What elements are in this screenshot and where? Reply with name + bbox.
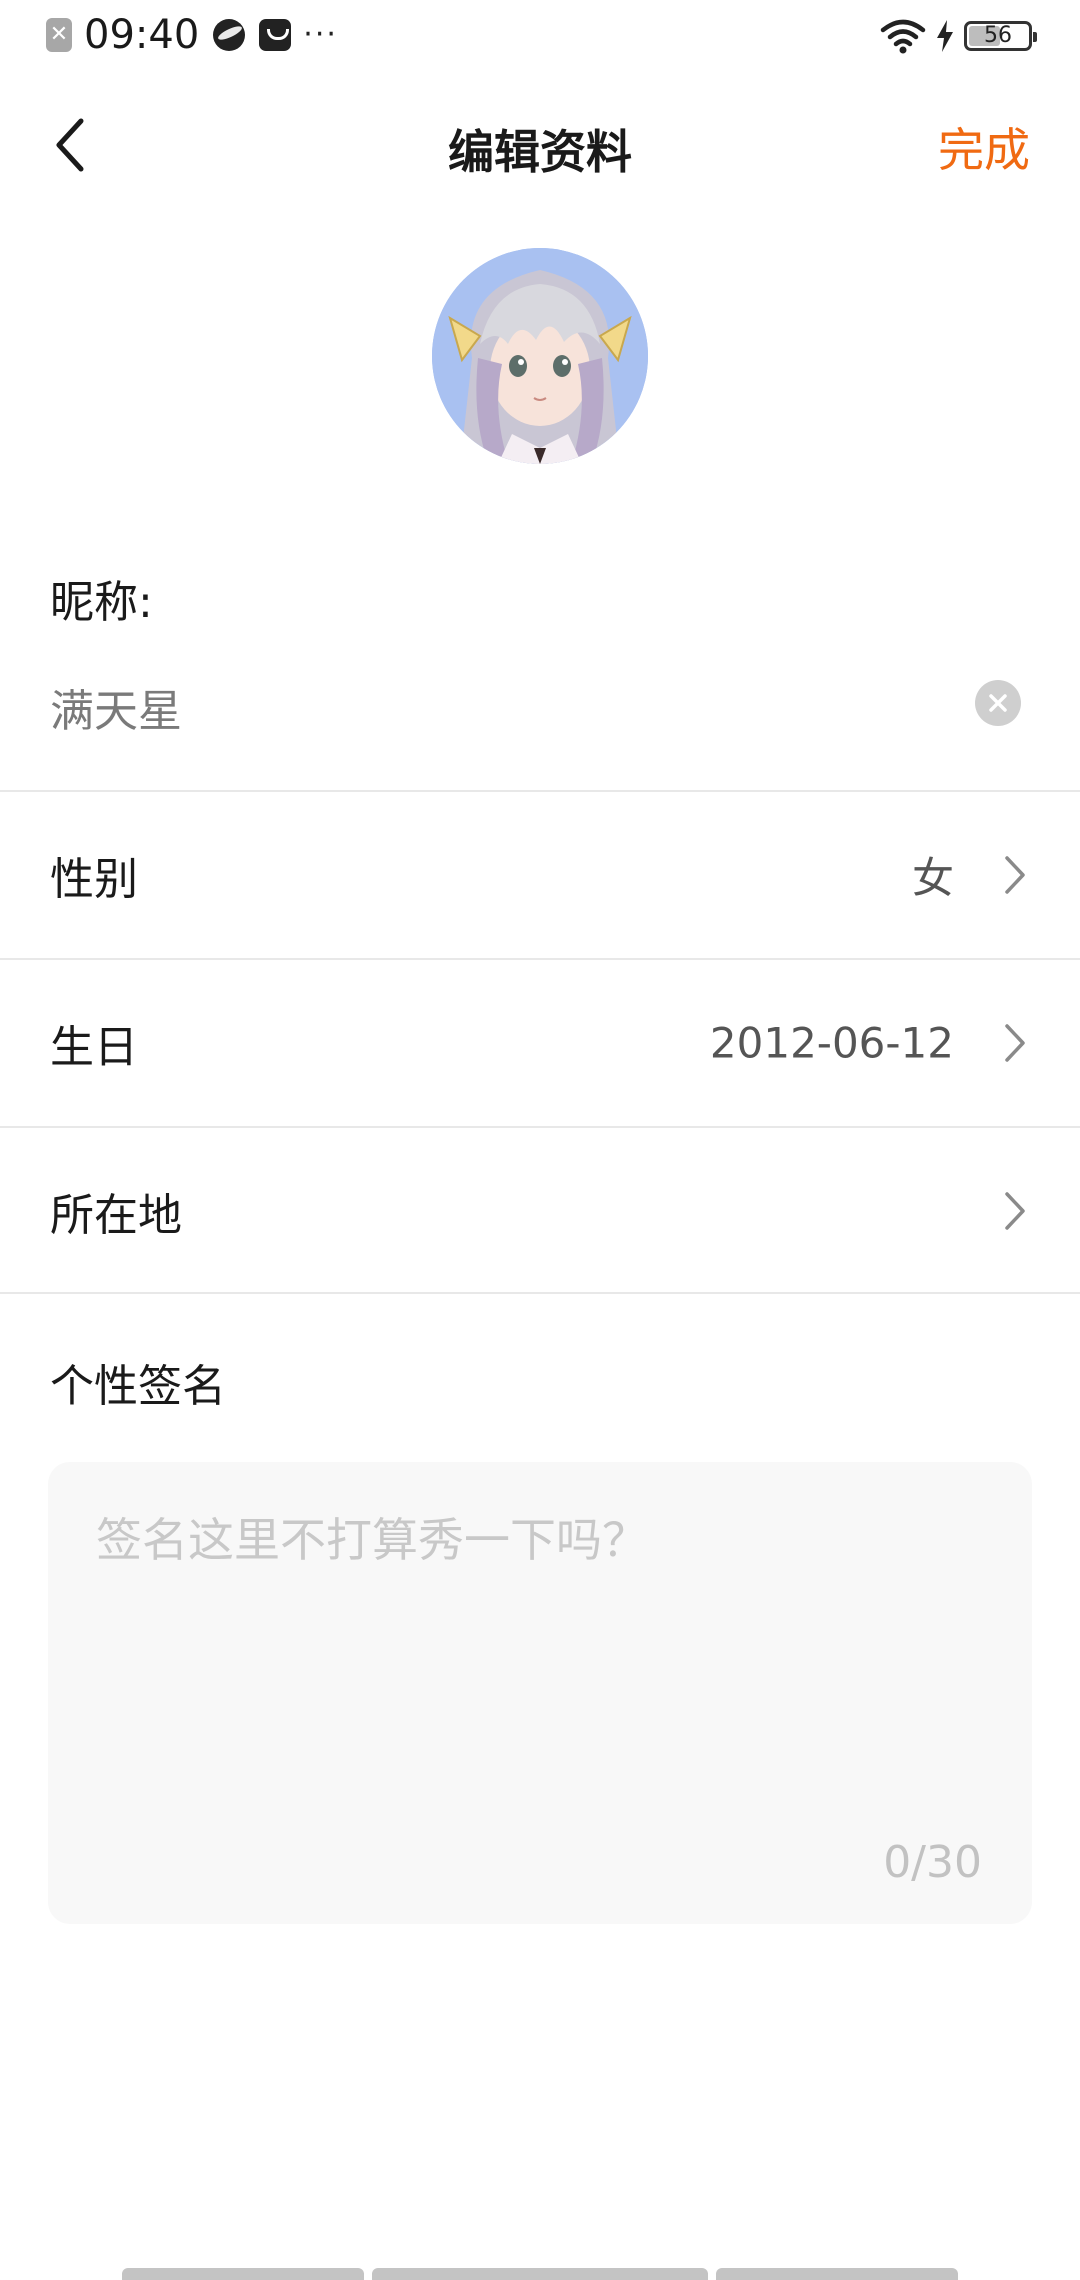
sim-icon: ✕: [46, 18, 72, 52]
birthday-row[interactable]: 生日 2012-06-12: [0, 960, 1080, 1126]
nav-bar: 编辑资料 完成: [0, 72, 1080, 218]
birthday-label: 生日: [50, 1022, 138, 1073]
gesture-bar-home[interactable]: [372, 2268, 708, 2280]
gender-row[interactable]: 性别 女: [0, 792, 1080, 958]
birthday-value: 2012-06-12: [709, 1018, 954, 1068]
chevron-right-icon: [1000, 853, 1030, 897]
charging-icon: [937, 20, 953, 52]
signature-char-counter: 0/30: [883, 1837, 982, 1888]
location-label: 所在地: [50, 1190, 182, 1241]
signature-label: 个性签名: [50, 1361, 226, 1412]
nickname-label: 昵称:: [50, 577, 153, 628]
close-icon: [989, 694, 1007, 712]
nickname-input[interactable]: [50, 672, 950, 742]
chevron-right-icon: [1000, 1189, 1030, 1233]
gender-value: 女: [911, 853, 954, 903]
chevron-right-icon: [1000, 1021, 1030, 1065]
gender-label: 性别: [50, 854, 138, 905]
location-row[interactable]: 所在地: [0, 1128, 1080, 1294]
avatar[interactable]: [432, 248, 648, 464]
app-notification-icon: [213, 19, 246, 51]
gesture-bar-right[interactable]: [716, 2268, 958, 2280]
message-icon: [259, 19, 292, 51]
status-time: 09:40: [84, 12, 200, 58]
signature-textarea[interactable]: [96, 1504, 976, 1804]
status-bar-right: 56: [880, 14, 1037, 58]
wifi-icon: [880, 19, 926, 54]
avatar-image: [432, 248, 648, 464]
more-notifications-icon: ···: [303, 17, 338, 52]
divider: [0, 1292, 1080, 1294]
clear-nickname-button[interactable]: [975, 680, 1021, 726]
done-button[interactable]: 完成: [938, 114, 1030, 180]
battery-icon: 56: [964, 21, 1037, 51]
gesture-bar-left[interactable]: [122, 2268, 364, 2280]
page-title: 编辑资料: [448, 125, 632, 179]
status-bar-left: ✕ 09:40 ···: [46, 12, 338, 58]
status-bar: ✕ 09:40 ··· 56: [0, 0, 1080, 72]
battery-level-text: 56: [984, 23, 1012, 48]
signature-box: 0/30: [48, 1462, 1032, 1924]
